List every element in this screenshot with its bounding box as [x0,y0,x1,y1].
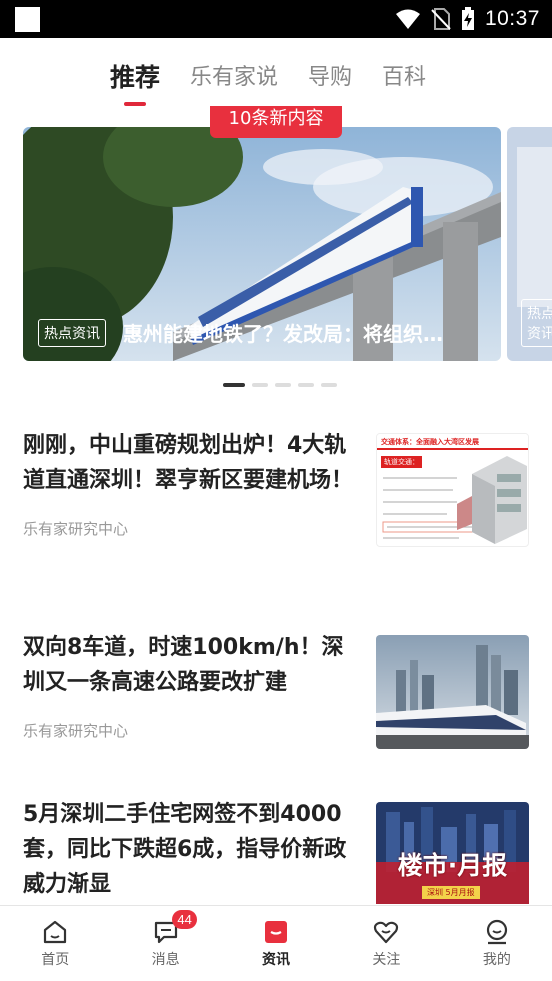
tab-encyclopedia[interactable]: 百科 [382,60,426,100]
news-thumbnail [376,635,529,749]
status-icons: 10:37 [395,0,540,38]
nav-label: 消息 [151,952,180,968]
app-notification-icon [15,7,40,32]
news-title: 双向8车道，时速100km/h！深圳又一条高速公路要改扩建 [23,635,344,695]
nav-follow[interactable]: 关注 [331,906,441,981]
indicator-dot [298,383,314,387]
bottom-navigation: 首页 44 消息 资讯 关注 我的 [0,905,552,981]
nav-home[interactable]: 首页 [0,906,110,981]
news-item[interactable]: 双向8车道，时速100km/h！深圳又一条高速公路要改扩建 乐有家研究中心 [23,630,529,770]
battery-charging-icon [461,7,474,30]
news-title: 5月深圳二手住宅网签不到4000套，同比下跌超6成，指导价新政威力渐显 [23,802,347,897]
news-icon [265,921,288,943]
tab-label: 导购 [308,65,353,90]
nav-news[interactable]: 资讯 [221,906,331,981]
high-speed-train-image [376,635,529,749]
news-item[interactable]: 刚刚，中山重磅规划出炉！4大轨道直通深圳！翠亨新区要建机场！ 乐有家研究中心 交… [23,428,529,598]
carousel-indicator [223,383,337,387]
tab-guide[interactable]: 导购 [308,60,352,100]
tab-label: 推荐 [110,63,161,92]
thumb-heading: 楼市·月报 [397,851,508,880]
new-content-badge: 10条新内容 [210,106,342,138]
status-bar: 10:37 [0,0,552,38]
hot-news-tag: 热点资讯 [521,299,552,347]
profile-icon [486,919,507,945]
nav-label: 我的 [482,952,511,968]
news-thumbnail: 交通体系：全面融入大湾区发展 轨道交通： [376,433,529,547]
carousel-slide-1[interactable]: 热点资讯 惠州能建地铁了？发改局：将组织… [23,127,501,361]
tab-recommend[interactable]: 推荐 [110,60,161,106]
nav-profile[interactable]: 我的 [442,906,552,981]
no-sim-icon [431,8,451,30]
tab-label: 乐有家说 [190,65,279,90]
banner-carousel[interactable]: 10条新内容 热点资讯 惠州能建地铁了？发改局：将组织… 热点资讯 [0,100,552,400]
indicator-dot [275,383,291,387]
tab-leyoujia-says[interactable]: 乐有家说 [190,60,278,100]
slide-caption: 惠州能建地铁了？发改局：将组织… [123,322,443,346]
wifi-icon [395,9,420,29]
nav-label: 首页 [41,952,70,968]
hot-news-tag: 热点资讯 [38,319,106,347]
tab-label: 百科 [382,65,427,90]
indicator-dot [252,383,268,387]
indicator-dot [223,383,245,387]
top-tabs: 推荐 乐有家说 导购 百科 [110,60,426,106]
news-item[interactable]: 5月深圳二手住宅网签不到4000套，同比下跌超6成，指导价新政威力渐显 楼市·月… [23,797,529,907]
nav-label: 资讯 [262,952,291,968]
home-icon [44,920,67,944]
carousel-slide-2[interactable]: 热点资讯 [507,127,552,361]
heart-icon [374,921,399,944]
thumb-sub-label: 深圳 5月月报 [422,886,480,899]
unread-badge: 44 [172,910,197,929]
transport-diagram [382,456,527,544]
indicator-dot [321,383,337,387]
news-thumbnail: 楼市·月报 深圳 5月月报 [376,802,529,904]
nav-messages[interactable]: 44 消息 [110,906,220,981]
news-title: 刚刚，中山重磅规划出炉！4大轨道直通深圳！翠亨新区要建机场！ [23,433,354,493]
clock: 10:37 [484,7,540,30]
nav-label: 关注 [372,952,401,968]
